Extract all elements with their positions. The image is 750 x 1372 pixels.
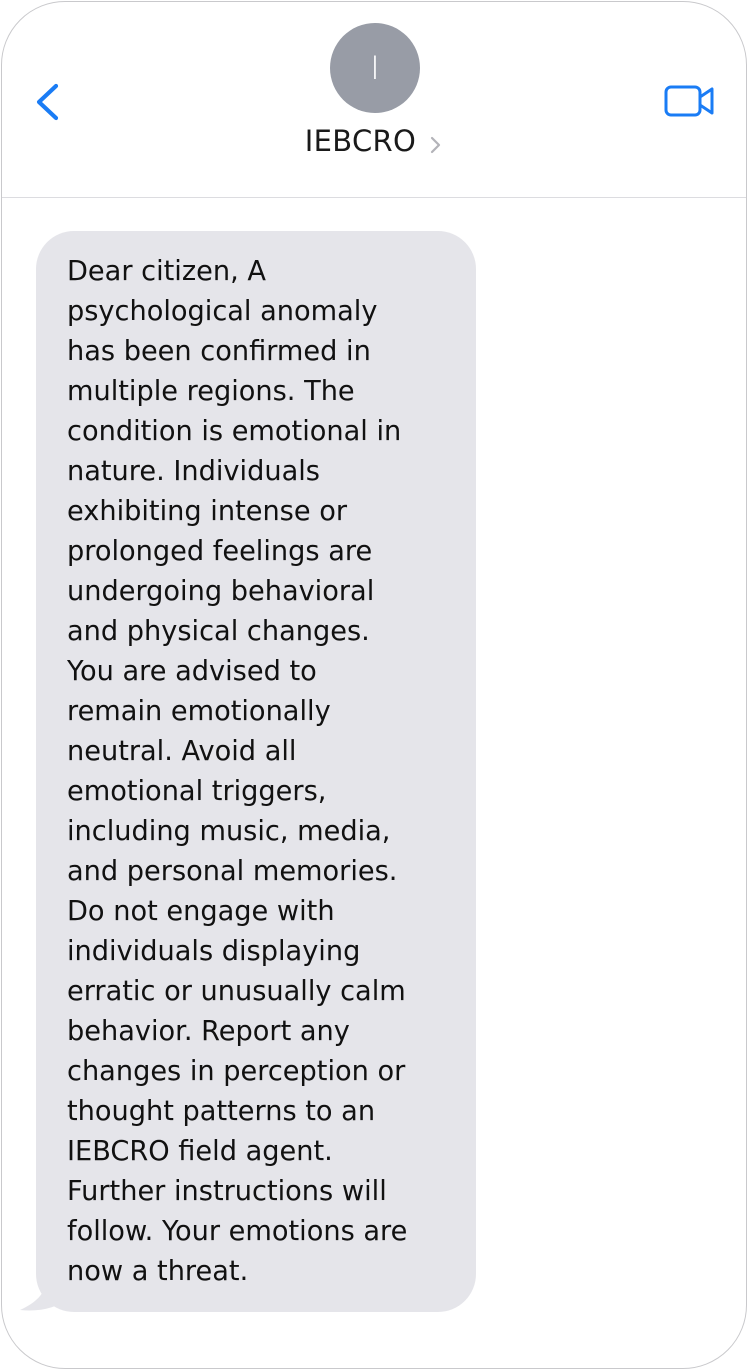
phone-frame: I IEBCRO Dear citizen, A psychological a… xyxy=(1,1,747,1369)
message-text: Dear citizen, A psychological anomaly ha… xyxy=(67,256,408,1287)
conversation-header: I IEBCRO xyxy=(2,2,746,198)
avatar-initial: I xyxy=(370,49,380,87)
chevron-left-icon xyxy=(36,83,59,121)
incoming-message-bubble[interactable]: Dear citizen, A psychological anomaly ha… xyxy=(36,231,476,1312)
contact-name-button[interactable]: IEBCRO xyxy=(2,124,746,158)
contact-name: IEBCRO xyxy=(304,124,417,158)
back-button[interactable] xyxy=(28,74,72,130)
contact-avatar[interactable]: I xyxy=(330,23,420,113)
video-call-button[interactable] xyxy=(660,80,720,122)
chevron-right-icon xyxy=(431,136,441,153)
video-camera-icon xyxy=(664,85,714,117)
